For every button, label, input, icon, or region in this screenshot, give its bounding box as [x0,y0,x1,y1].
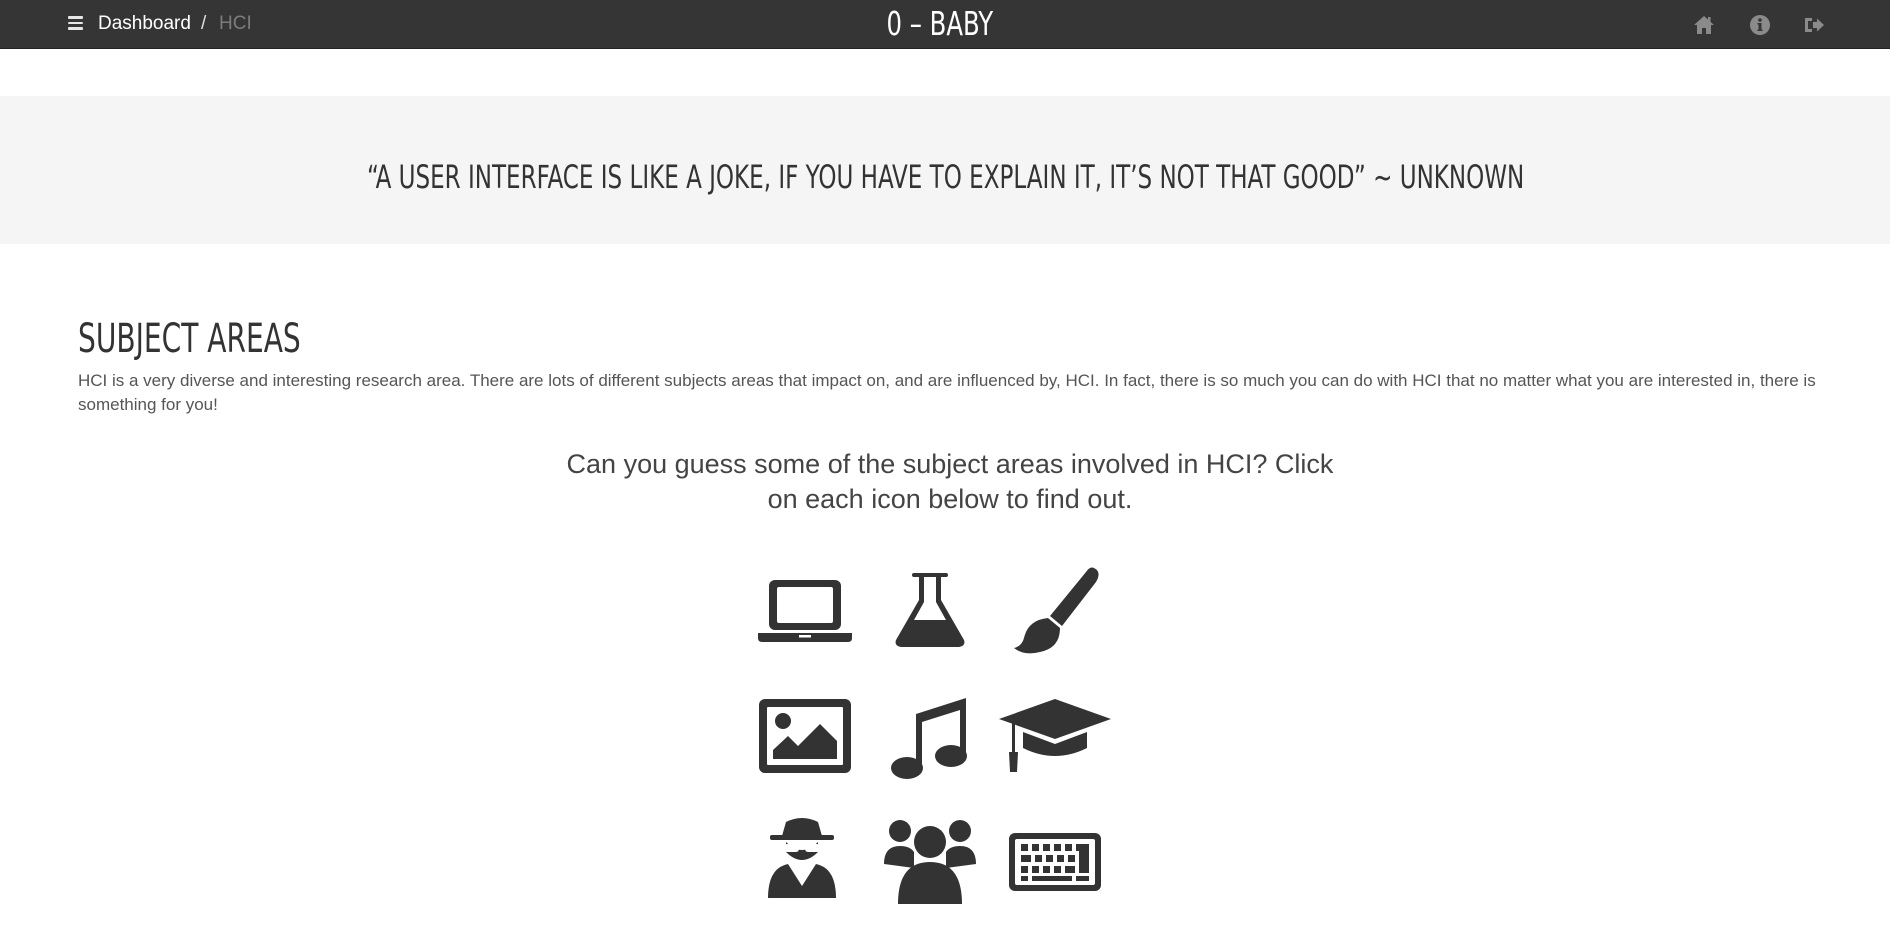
app-title: 0 – BABY [886,4,994,43]
quote-text: “A USER INTERFACE IS LIKE A JOKE, IF YOU… [366,158,1525,196]
laptop-icon[interactable] [758,578,852,642]
home-icon[interactable] [1692,13,1716,37]
keyboard-icon[interactable] [1008,832,1102,892]
image-icon[interactable] [758,698,852,774]
quote-banner: “A USER INTERFACE IS LIKE A JOKE, IF YOU… [0,96,1890,244]
graduation-cap-icon[interactable] [998,698,1112,774]
info-icon[interactable] [1748,13,1772,37]
flask-icon[interactable] [894,572,966,648]
top-navbar: Dashboard / HCI 0 – BABY [0,0,1890,49]
guess-prompt: Can you guess some of the subject areas … [566,449,1334,514]
paintbrush-icon[interactable] [1010,566,1100,654]
section-title: SUBJECT AREAS [78,316,301,362]
music-icon[interactable] [890,696,970,780]
logout-icon[interactable] [1802,13,1826,37]
section-description: HCI is a very diverse and interesting re… [78,371,1816,414]
hamburger-menu-icon[interactable] [68,16,83,30]
spy-icon[interactable] [766,816,838,898]
group-icon[interactable] [884,816,976,904]
